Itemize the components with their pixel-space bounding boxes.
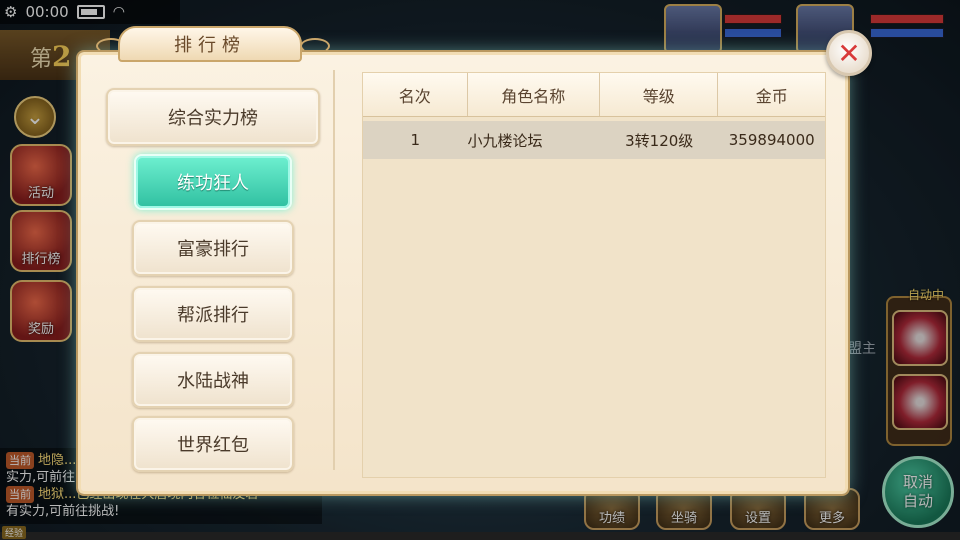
table-row[interactable]: 1 小九楼论坛 3转120级 359894000 [363, 121, 825, 159]
header-name: 角色名称 [468, 73, 600, 116]
ranking-table: 名次 角色名称 等级 金币 1 小九楼论坛 3转120级 359894000 [362, 72, 826, 478]
category-label: 世界红包 [177, 435, 249, 456]
cell-level: 3转120级 [625, 131, 694, 150]
category-label: 富豪排行 [177, 239, 249, 260]
category-tab-training[interactable]: 练功狂人 [134, 154, 292, 210]
close-button[interactable]: ✕ [826, 30, 872, 76]
table-header: 名次 角色名称 等级 金币 [363, 73, 825, 117]
cell-rank: 1 [410, 131, 421, 149]
category-tab-world-redpacket[interactable]: 世界红包 [132, 416, 294, 472]
category-tab-overall-power[interactable]: 综合实力榜 [106, 88, 320, 146]
category-tab-water-land[interactable]: 水陆战神 [132, 352, 294, 408]
category-tab-guild[interactable]: 帮派排行 [132, 286, 294, 342]
column-divider [333, 70, 335, 470]
header-rank: 名次 [363, 73, 468, 116]
header-level: 等级 [600, 73, 719, 116]
category-label: 练功狂人 [177, 173, 249, 194]
title-ornament-right [300, 38, 330, 54]
category-label: 综合实力榜 [168, 108, 258, 129]
cell-name: 小九楼论坛 [467, 131, 543, 150]
modal-title: 排行榜 [118, 26, 302, 62]
close-icon: ✕ [837, 36, 861, 70]
category-label: 水陆战神 [177, 371, 249, 392]
category-label: 帮派排行 [177, 305, 249, 326]
category-list: 综合实力榜 练功狂人 富豪排行 帮派排行 水陆战神 世界红包 [100, 86, 330, 480]
cell-gold: 359894000 [728, 131, 815, 149]
header-gold: 金币 [755, 86, 788, 106]
category-tab-wealth[interactable]: 富豪排行 [132, 220, 294, 276]
